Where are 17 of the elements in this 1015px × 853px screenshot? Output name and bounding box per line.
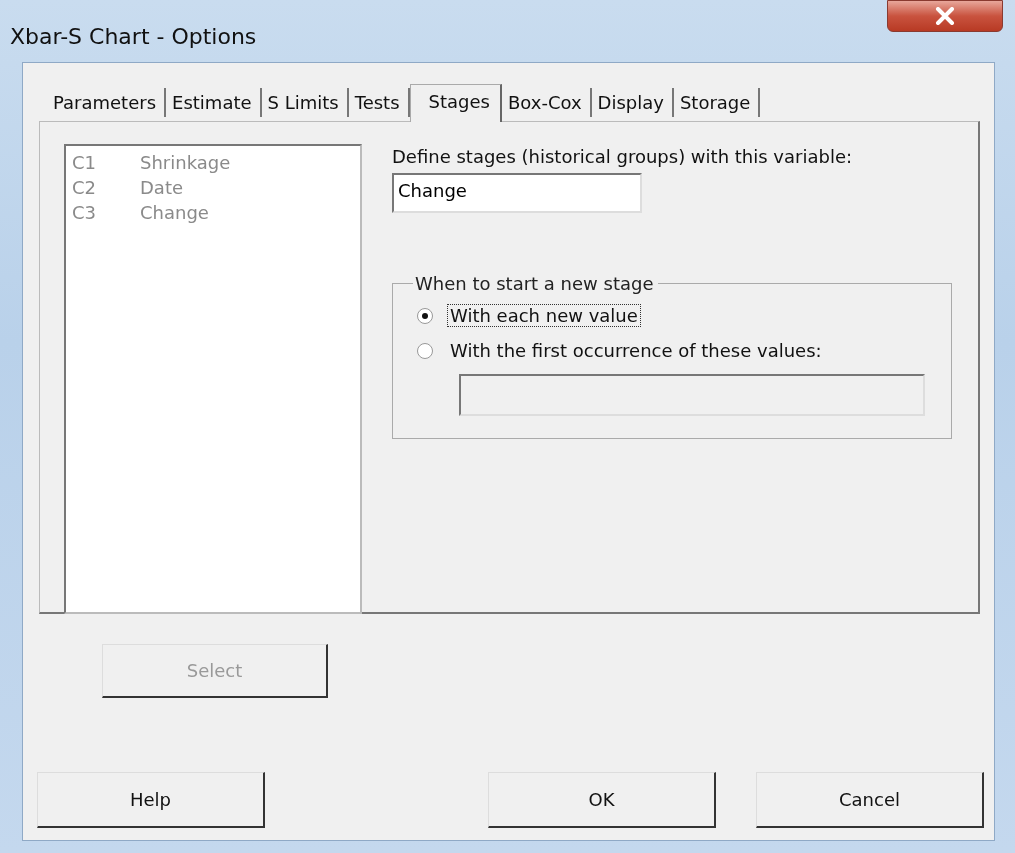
tab[interactable]: Stages	[409, 84, 502, 122]
close-icon	[934, 7, 956, 25]
dialog-button[interactable]: OK	[488, 772, 716, 828]
column-id: C2	[72, 176, 98, 200]
radio-button[interactable]	[417, 342, 433, 359]
dialog-button[interactable]: Cancel	[756, 772, 984, 828]
group-title: When to start a new stage	[414, 273, 655, 294]
radio-label[interactable]: With the first occurrence of these values:	[447, 339, 825, 362]
dialog-button[interactable]: Help	[37, 772, 265, 828]
stages-variable-field[interactable]: Change	[392, 173, 642, 213]
field-label: Define stages (historical groups) with this variable:	[392, 146, 853, 167]
column-id: C1	[72, 151, 98, 175]
column-id: C3	[72, 201, 98, 225]
close-button[interactable]	[887, 0, 1003, 32]
radio-label[interactable]: With each new value	[447, 304, 641, 327]
radio-button[interactable]	[417, 307, 433, 324]
window-title: Xbar-S Chart - Options	[10, 23, 257, 49]
